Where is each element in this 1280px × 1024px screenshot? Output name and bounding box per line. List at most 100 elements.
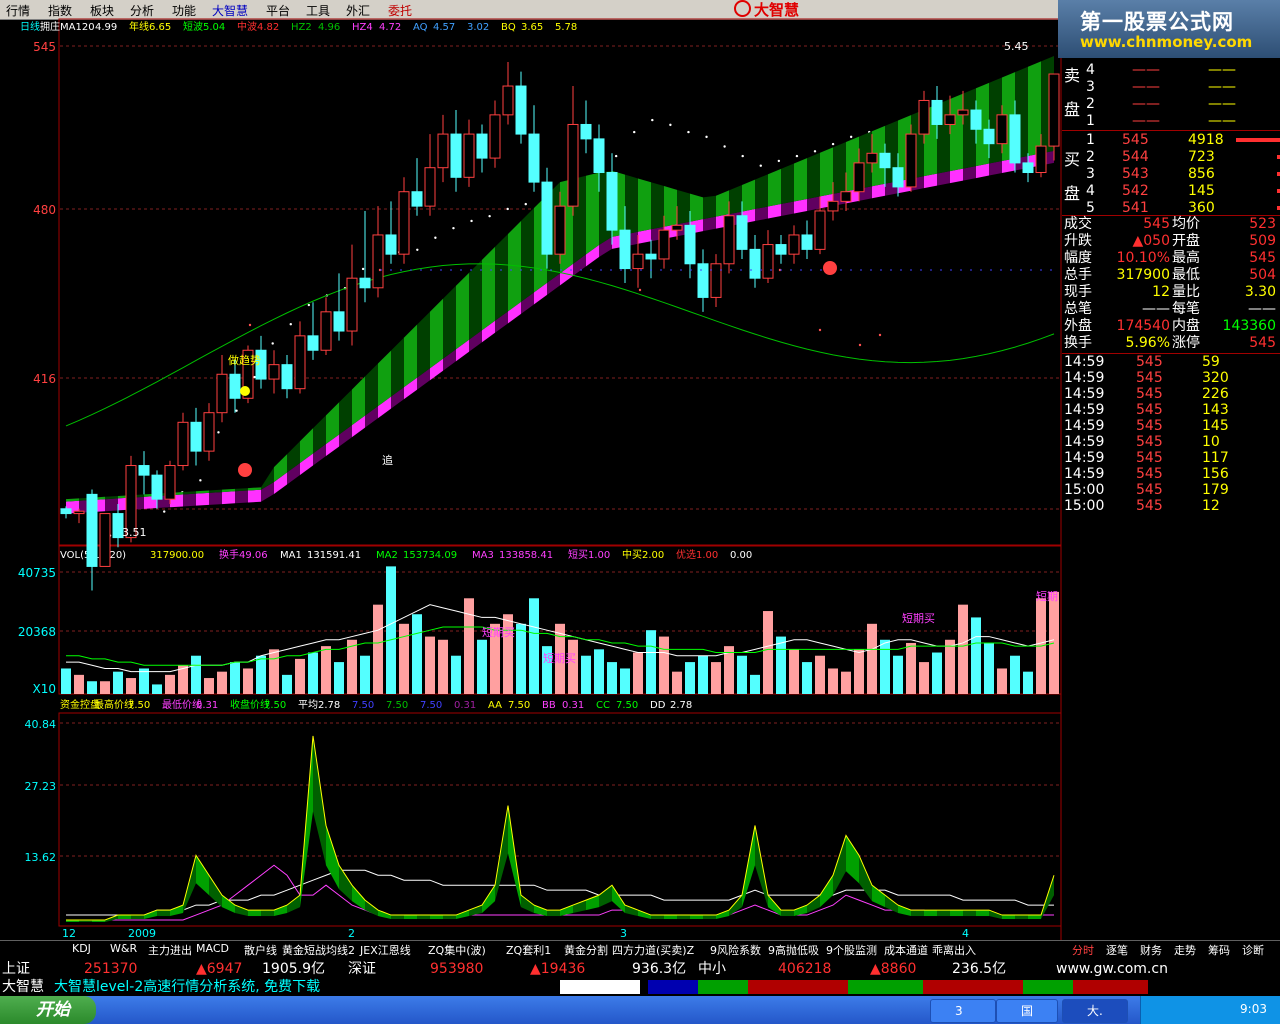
- candle-body: [151, 474, 163, 500]
- indicator-tab[interactable]: MACD: [196, 942, 229, 955]
- hz4-band-segment: [807, 196, 820, 211]
- side-tab[interactable]: 走势: [1174, 942, 1196, 958]
- side-tab[interactable]: 诊断: [1242, 942, 1264, 958]
- ma120-dot: [307, 303, 311, 307]
- indicator-tab[interactable]: JEX江恩线: [360, 942, 411, 958]
- sell-row: 2 —— ——: [1062, 96, 1280, 113]
- marker-dot: [818, 328, 822, 332]
- quote-label: 最低: [1172, 267, 1200, 283]
- hz2-band-segment: [1028, 61, 1041, 156]
- indicator-tab[interactable]: 散户线: [244, 942, 277, 958]
- tick-time: 14:59: [1064, 418, 1105, 434]
- candle-body: [177, 421, 189, 467]
- legend-item: 中波: [237, 20, 257, 33]
- candle-body: [905, 133, 917, 188]
- date-label: 4: [962, 927, 969, 940]
- ctrl-area-segment: [274, 905, 287, 917]
- quote-label: 开盘: [1172, 233, 1200, 249]
- sell-price: ——: [1132, 113, 1160, 129]
- indicator-tab[interactable]: 9风险系数: [710, 942, 761, 958]
- ma120-dot: [452, 226, 455, 230]
- tick-time: 14:59: [1064, 386, 1105, 402]
- side-tab[interactable]: 财务: [1140, 942, 1162, 958]
- legend-item: 7.50: [386, 700, 408, 711]
- ctrl-area-segment: [924, 910, 937, 917]
- volume-bar: [477, 639, 487, 694]
- indicator-tab[interactable]: ZQ集中(波): [428, 942, 486, 958]
- legend-item: 3.02: [467, 22, 489, 33]
- buy-volume: 145: [1188, 183, 1215, 199]
- hz4-band-segment: [924, 173, 937, 189]
- tick-price: 545: [1136, 354, 1163, 370]
- legend-item: BB: [542, 700, 556, 711]
- status-message[interactable]: 大智慧level-2高速行情分析系统, 免费下载: [54, 978, 320, 996]
- legend-item: 2.78: [318, 700, 340, 711]
- candle-body: [333, 311, 345, 332]
- hz2-band-segment: [638, 178, 651, 232]
- quote-label: 内盘: [1172, 318, 1200, 334]
- tick-volume: 10: [1202, 434, 1220, 450]
- ma120-dot: [777, 159, 781, 163]
- volume-bar: [620, 668, 630, 694]
- indicator-tab[interactable]: ZQ套利1: [506, 942, 551, 958]
- tick-price: 545: [1136, 418, 1163, 434]
- date-label: 3: [620, 927, 627, 940]
- legend-item: 中买: [622, 548, 642, 561]
- taskbar-item[interactable]: 国: [996, 999, 1058, 1023]
- candle-body: [970, 109, 982, 130]
- ctrl-area-segment: [157, 910, 170, 917]
- candle-body: [801, 234, 813, 250]
- candle-body: [372, 234, 384, 289]
- ma120-dot: [217, 431, 220, 434]
- tick-row: 14:59 545 117: [1062, 450, 1280, 467]
- indicator-tab[interactable]: KDJ: [72, 942, 91, 955]
- candle-body: [1009, 114, 1021, 164]
- hz2-band-segment: [586, 172, 599, 255]
- quote-value: ▲050: [1132, 233, 1171, 249]
- taskbar-item[interactable]: 大.: [1062, 999, 1128, 1023]
- indicator-tab[interactable]: 乖离出入: [932, 942, 976, 958]
- ma120-dot: [289, 323, 292, 326]
- indicator-tab[interactable]: 黄金短战均线2: [282, 942, 355, 958]
- ctrl-area-segment: [599, 885, 612, 908]
- quote-panel: 卖盘 4 —— —— 3 —— —— 2 —— —— 1 —— —— 买盘 1 545 4918 2 544 723 3…: [1062, 58, 1280, 520]
- taskbar-item[interactable]: 3: [930, 999, 996, 1023]
- quote-value: 143360: [1222, 318, 1276, 334]
- indicator-tab[interactable]: 成本通道: [884, 942, 928, 958]
- volume-bar: [633, 652, 643, 694]
- watermark-title: 第一股票公式网: [1080, 10, 1234, 34]
- legend-item: 0.31: [196, 700, 218, 711]
- candle-body: [86, 493, 98, 567]
- volume-bar: [100, 681, 110, 694]
- sell-level: 1: [1086, 113, 1095, 129]
- indicator-tab[interactable]: 9高抛低吸: [768, 942, 819, 958]
- candle-body: [645, 253, 657, 260]
- side-tab[interactable]: 筹码: [1208, 942, 1230, 958]
- legend-item: 1.00: [588, 550, 610, 561]
- indicator-tab[interactable]: 主力进出: [148, 942, 192, 958]
- ctrl-area-segment: [391, 915, 404, 920]
- indicator-tab[interactable]: 黄金分割: [564, 942, 608, 958]
- indicator-tab[interactable]: 四方力道(买卖)Z: [612, 942, 694, 958]
- volume-bar: [607, 662, 617, 694]
- side-tab[interactable]: 分时: [1072, 942, 1094, 958]
- volume-bar: [295, 658, 305, 694]
- vol-signal-label: 短期: [1036, 589, 1058, 603]
- hz2-band-segment: [677, 189, 690, 225]
- candle-body: [931, 99, 943, 125]
- ma120-dot: [813, 150, 817, 153]
- status-bar: 大智慧 大智慧level-2高速行情分析系统, 免费下载: [0, 978, 1280, 996]
- candle-body: [918, 99, 930, 135]
- buy-price: 542: [1122, 183, 1149, 199]
- indicator-tab[interactable]: W&R: [110, 942, 137, 955]
- legend-item: MA1: [280, 550, 302, 561]
- start-button[interactable]: 开始: [0, 996, 96, 1024]
- legend-item: 5.78: [555, 22, 577, 33]
- candle-body: [73, 510, 85, 515]
- side-tab[interactable]: 逐笔: [1106, 942, 1128, 958]
- quote-label: 外盘: [1064, 318, 1092, 334]
- ctrl-area-segment: [794, 905, 807, 917]
- chase-tag: 追: [382, 453, 393, 467]
- tick-time: 15:00: [1064, 482, 1105, 498]
- indicator-tab[interactable]: 9个股监测: [826, 942, 877, 958]
